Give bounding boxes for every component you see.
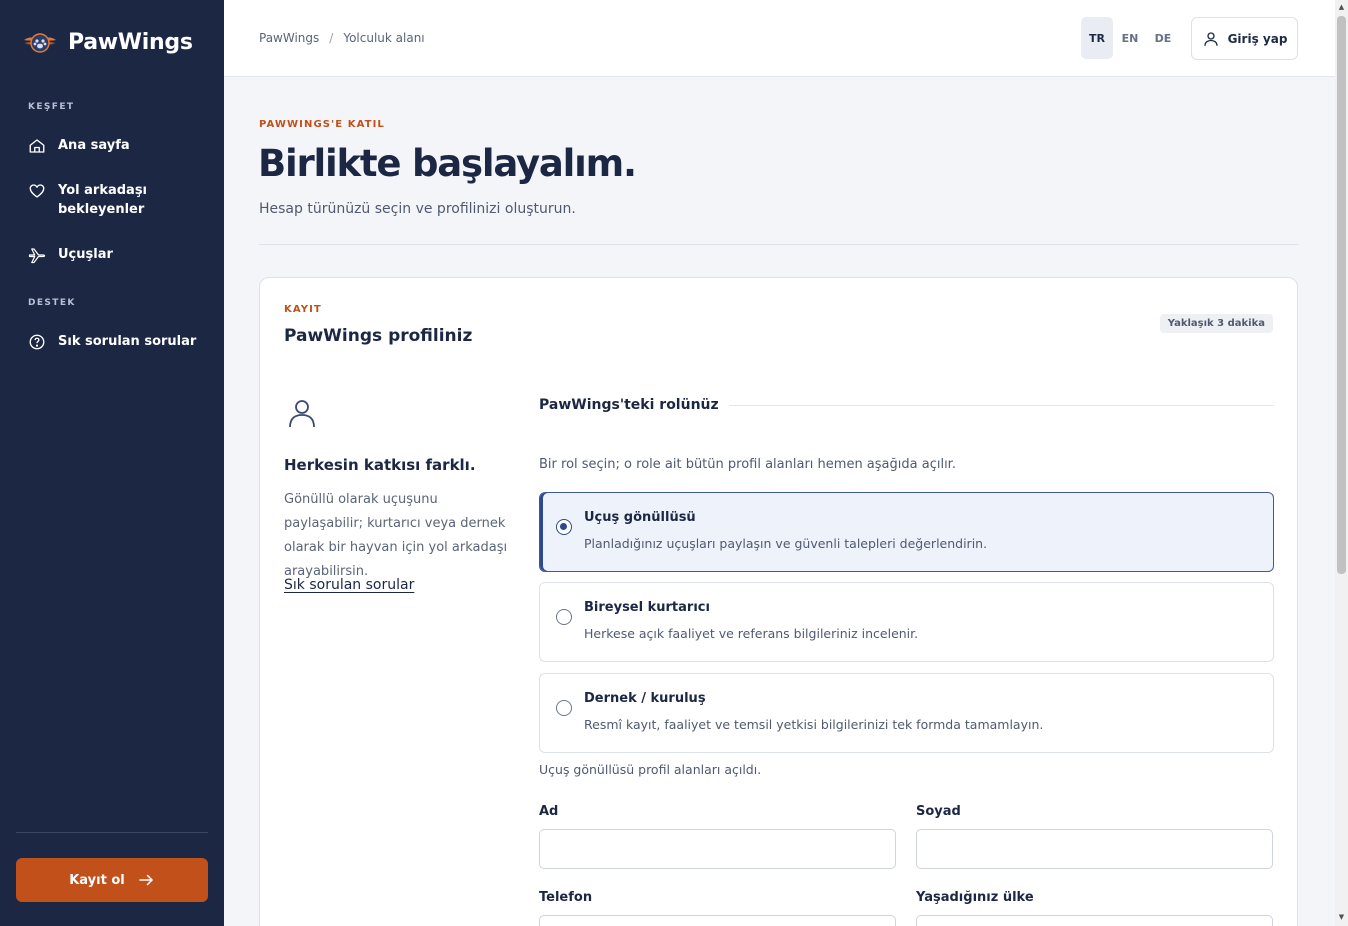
- language-en[interactable]: EN: [1114, 17, 1146, 59]
- radio[interactable]: [556, 700, 572, 716]
- page-title: Birlikte başlayalım.: [258, 142, 637, 185]
- user-icon: [289, 400, 315, 428]
- breadcrumb-separator: /: [329, 31, 334, 45]
- phone-field[interactable]: [539, 915, 896, 926]
- side-text: Gönüllü olarak uçuşunu paylaşabilir; kur…: [284, 492, 508, 579]
- sidebar-divider: [16, 832, 208, 833]
- time-badge: Yaklaşık 3 dakika: [1159, 314, 1273, 333]
- first-name-field[interactable]: [539, 829, 896, 869]
- nav-section-explore: KEŞFET: [28, 102, 75, 112]
- breadcrumb: PawWings / Yolculuk alanı: [259, 31, 425, 45]
- first-name-label: Ad: [539, 804, 559, 819]
- last-name-label: Soyad: [916, 804, 961, 819]
- sidebar-item-label: Ana sayfa: [58, 138, 130, 153]
- role-option-title: Bireysel kurtarıcı: [584, 600, 710, 615]
- sidebar-item-home[interactable]: Ana sayfa: [28, 136, 208, 155]
- faq-link[interactable]: Sık sorulan sorular: [284, 577, 414, 593]
- brand[interactable]: PawWings: [22, 24, 193, 60]
- arrow-right-icon: [139, 874, 153, 886]
- user-icon: [1203, 31, 1218, 46]
- radio[interactable]: [556, 609, 572, 625]
- header-divider: [259, 244, 1298, 245]
- side-title: Herkesin katkısı farklı.: [284, 456, 476, 474]
- language-de[interactable]: DE: [1147, 17, 1179, 59]
- opened-fields-note: Uçuş gönüllüsü profil alanları açıldı.: [539, 762, 762, 777]
- signup-button[interactable]: Kayıt ol: [16, 858, 208, 902]
- plane-icon: [28, 248, 46, 264]
- role-option-flight-volunteer[interactable]: Uçuş gönüllüsü Planladığınız uçuşları pa…: [539, 492, 1274, 572]
- radio-selected[interactable]: [556, 519, 572, 535]
- signup-label: Kayıt ol: [69, 872, 125, 888]
- role-option-organization[interactable]: Dernek / kuruluş Resmî kayıt, faaliyet v…: [539, 673, 1274, 753]
- role-option-desc: Herkese açık faaliyet ve referans bilgil…: [584, 626, 919, 641]
- pawwings-logo-icon: [24, 33, 56, 53]
- scrollbar-thumb[interactable]: [1337, 16, 1346, 574]
- scroll-down-arrow-icon[interactable]: ▼: [1337, 912, 1346, 922]
- last-name-field[interactable]: [916, 829, 1273, 869]
- topbar: PawWings / Yolculuk alanı TR EN DE Giriş…: [224, 0, 1335, 77]
- breadcrumb-home[interactable]: PawWings: [259, 31, 319, 45]
- role-heading: PawWings'teki rolünüz: [539, 397, 1274, 413]
- sidebar-item-flights[interactable]: Uçuşlar: [28, 245, 208, 264]
- country-field[interactable]: [916, 915, 1273, 926]
- sidebar-item-waiting[interactable]: Yol arkadaşı bekleyenler: [28, 181, 208, 219]
- sidebar-item-label: Yol arkadaşı bekleyenler: [58, 183, 148, 217]
- language-tr[interactable]: TR: [1081, 17, 1113, 59]
- page-eyebrow: PAWWINGS'E KATIL: [259, 119, 385, 130]
- login-label: Giriş yap: [1227, 31, 1288, 46]
- brand-name: PawWings: [68, 29, 193, 55]
- role-heading-divider: [728, 404, 1274, 406]
- sidebar-item-faq[interactable]: Sık sorulan sorular: [28, 332, 208, 351]
- role-option-desc: Planladığınız uçuşları paylaşın ve güven…: [584, 536, 988, 551]
- role-hint: Bir rol seçin; o role ait bütün profil a…: [539, 457, 956, 472]
- card-eyebrow: KAYIT: [284, 304, 322, 315]
- role-option-desc: Resmî kayıt, faaliyet ve temsil yetkisi …: [584, 717, 1044, 732]
- breadcrumb-current: Yolculuk alanı: [343, 31, 425, 45]
- home-icon: [29, 139, 45, 153]
- country-label: Yaşadığınız ülke: [916, 890, 1034, 905]
- scroll-up-arrow-icon[interactable]: ▲: [1337, 2, 1346, 12]
- help-circle-icon: [29, 334, 45, 350]
- sidebar-item-label: Uçuşlar: [58, 247, 113, 262]
- sidebar: PawWings KEŞFET Ana sayfa Yol arkadaşı b…: [0, 0, 224, 926]
- signup-card: KAYIT PawWings profiliniz Yaklaşık 3 dak…: [259, 277, 1298, 926]
- nav-section-support: DESTEK: [28, 298, 76, 308]
- role-heading-label: PawWings'teki rolünüz: [539, 397, 719, 413]
- page-subtitle: Hesap türünüzü seçin ve profilinizi oluş…: [259, 201, 576, 217]
- login-button[interactable]: Giriş yap: [1191, 17, 1298, 60]
- role-option-individual-rescuer[interactable]: Bireysel kurtarıcı Herkese açık faaliyet…: [539, 582, 1274, 662]
- sidebar-item-label: Sık sorulan sorular: [58, 334, 197, 349]
- card-title: PawWings profiliniz: [284, 326, 473, 346]
- role-option-title: Dernek / kuruluş: [584, 691, 706, 706]
- heart-icon: [29, 184, 45, 198]
- role-option-title: Uçuş gönüllüsü: [584, 510, 696, 525]
- phone-label: Telefon: [539, 890, 593, 905]
